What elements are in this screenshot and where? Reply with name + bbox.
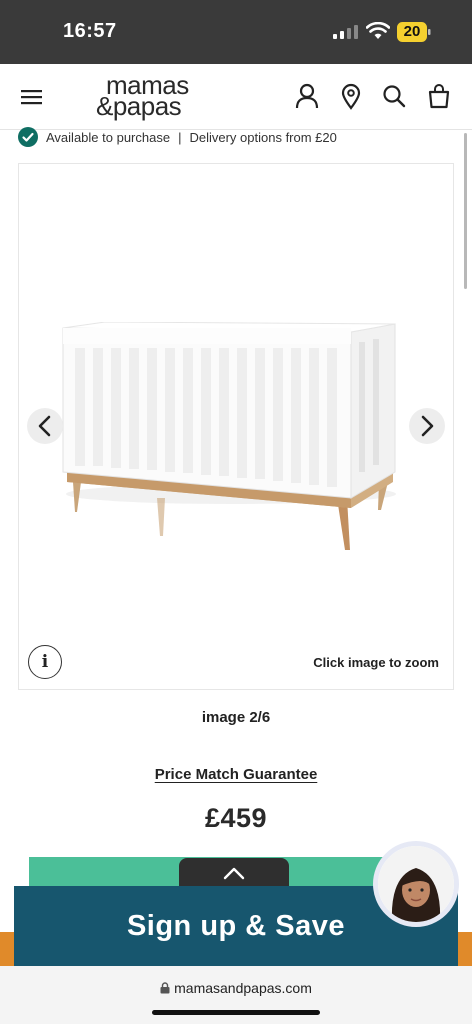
info-icon[interactable]: i — [28, 645, 62, 679]
expand-panel-tab[interactable] — [179, 858, 289, 888]
next-image-button[interactable] — [409, 408, 445, 444]
wifi-icon — [366, 22, 390, 39]
url-display[interactable]: mamasandpapas.com — [0, 980, 472, 996]
search-icon[interactable] — [381, 82, 407, 110]
browser-url-bar[interactable]: mamasandpapas.com — [0, 966, 472, 1024]
chevron-right-icon — [421, 415, 434, 437]
product-price: £459 — [204, 803, 268, 833]
battery-level: 20 — [403, 23, 421, 40]
home-indicator[interactable] — [152, 1010, 320, 1015]
signup-label: Sign up & Save — [126, 909, 346, 942]
lock-icon — [160, 982, 170, 994]
check-circle-icon — [18, 127, 38, 147]
zoom-hint: Click image to zoom — [313, 655, 439, 670]
menu-icon[interactable] — [20, 86, 44, 108]
delivery-options: Delivery options from £20 — [189, 129, 337, 145]
availability-separator: | — [178, 129, 182, 145]
page-scrollbar[interactable] — [464, 133, 467, 289]
status-time: 16:57 — [63, 20, 117, 42]
previous-image-button[interactable] — [27, 408, 63, 444]
store-locator-icon[interactable] — [338, 82, 364, 110]
account-icon[interactable] — [294, 82, 320, 110]
cellular-signal-icon — [333, 25, 358, 39]
site-header: mamas &papas — [0, 64, 472, 130]
chat-agent-avatar[interactable] — [373, 841, 459, 927]
url-text: mamasandpapas.com — [174, 980, 312, 996]
mamas-papas-logo[interactable]: mamas &papas — [92, 70, 218, 122]
availability-row: Available to purchase | Delivery options… — [18, 126, 337, 148]
availability-status: Available to purchase — [46, 129, 171, 145]
status-bar: 16:57 20 — [0, 0, 472, 64]
chevron-left-icon — [38, 415, 51, 437]
chevron-up-icon — [223, 867, 245, 880]
basket-icon[interactable] — [426, 82, 452, 110]
product-image[interactable] — [61, 322, 401, 562]
logo-line-2: &papas — [96, 91, 182, 121]
image-counter: image 2/6 — [201, 709, 271, 726]
product-image-gallery[interactable]: i Click image to zoom — [18, 163, 454, 690]
price-match-link[interactable]: Price Match Guarantee — [0, 766, 472, 783]
battery-icon: 20 — [397, 22, 431, 42]
